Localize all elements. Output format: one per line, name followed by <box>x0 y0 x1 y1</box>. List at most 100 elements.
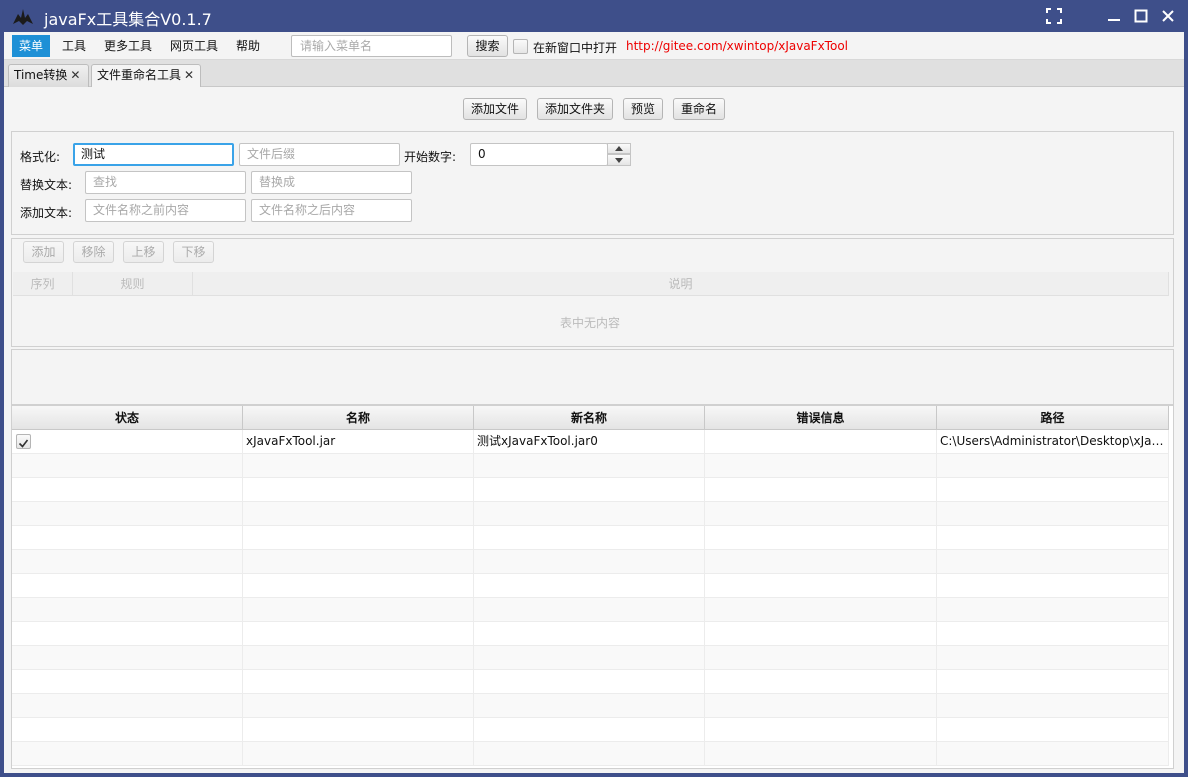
rules-empty-placeholder: 表中无内容 <box>560 316 621 330</box>
checkmark-icon <box>18 439 29 448</box>
add-text-label: 添加文本: <box>20 206 73 220</box>
menu-help[interactable]: 帮助 <box>229 35 267 57</box>
menu-tools[interactable]: 工具 <box>55 35 93 57</box>
empty-cell <box>705 646 937 670</box>
status-cell <box>12 430 243 454</box>
tab-label: Time转换 <box>14 68 68 82</box>
rules-panel: 添加 移除 上移 下移 序列 规则 说明 表中无内容 <box>11 238 1174 347</box>
menu-web-tools[interactable]: 网页工具 <box>163 35 225 57</box>
empty-cell <box>243 742 474 766</box>
empty-table-row <box>12 718 1169 742</box>
start-number-label: 开始数字: <box>404 150 457 164</box>
empty-cell <box>705 718 937 742</box>
suffix-input[interactable]: 文件后缀 <box>239 143 400 166</box>
new-window-checkbox[interactable] <box>513 39 528 54</box>
files-table-body: xJavaFxTool.jar 测试xJavaFxTool.jar0 C:\User… <box>12 430 1173 768</box>
tab-close-icon[interactable]: ✕ <box>184 68 194 82</box>
preview-button[interactable]: 预览 <box>623 98 663 120</box>
empty-table-row <box>12 622 1169 646</box>
empty-cell <box>12 718 243 742</box>
empty-table-row <box>12 694 1169 718</box>
files-column-new-name[interactable]: 新名称 <box>474 406 705 430</box>
prefix-input[interactable]: 文件名称之前内容 <box>85 199 246 222</box>
tab-close-icon[interactable]: ✕ <box>70 68 80 82</box>
empty-table-row <box>12 550 1169 574</box>
rename-button[interactable]: 重命名 <box>673 98 725 120</box>
replace-text-label: 替换文本: <box>20 178 73 192</box>
fullscreen-button[interactable] <box>1036 0 1072 32</box>
files-column-error[interactable]: 错误信息 <box>705 406 937 430</box>
remove-rule-button[interactable]: 移除 <box>73 241 114 263</box>
empty-cell <box>474 718 705 742</box>
row-checkbox[interactable] <box>16 434 31 449</box>
find-input[interactable]: 查找 <box>85 171 246 194</box>
path-cell: C:\Users\Administrator\Desktop\xJavaFxTo… <box>937 430 1169 454</box>
tab-time-convert[interactable]: Time转换 ✕ <box>8 64 89 87</box>
empty-cell <box>705 742 937 766</box>
close-button[interactable] <box>1150 0 1186 32</box>
move-up-button[interactable]: 上移 <box>123 241 164 263</box>
files-column-path[interactable]: 路径 <box>937 406 1169 430</box>
empty-cell <box>705 598 937 622</box>
add-folder-button[interactable]: 添加文件夹 <box>537 98 613 120</box>
fullscreen-icon <box>1046 8 1062 24</box>
empty-cell <box>12 622 243 646</box>
empty-cell <box>705 526 937 550</box>
name-cell: xJavaFxTool.jar <box>243 430 474 454</box>
new-window-label: 在新窗口中打开 <box>533 41 618 55</box>
maximize-icon <box>1134 9 1148 23</box>
add-file-button[interactable]: 添加文件 <box>463 98 527 120</box>
files-column-status[interactable]: 状态 <box>12 406 243 430</box>
menu-search-input[interactable] <box>291 35 452 57</box>
empty-table-row <box>12 574 1169 598</box>
empty-cell <box>705 694 937 718</box>
menu-bar: 菜单 工具 更多工具 网页工具 帮助 搜索 在新窗口中打开 http://git… <box>4 32 1184 60</box>
postfix-input[interactable]: 文件名称之后内容 <box>251 199 412 222</box>
empty-cell <box>937 478 1169 502</box>
move-down-button[interactable]: 下移 <box>173 241 214 263</box>
tab-file-rename[interactable]: 文件重命名工具 ✕ <box>91 64 201 87</box>
increment-button[interactable] <box>607 143 631 154</box>
empty-cell <box>937 742 1169 766</box>
table-row[interactable]: xJavaFxTool.jar 测试xJavaFxTool.jar0 C:\User… <box>12 430 1169 454</box>
empty-cell <box>474 646 705 670</box>
error-cell <box>705 430 937 454</box>
rules-column-description[interactable]: 说明 <box>193 272 1169 296</box>
menu-more-tools[interactable]: 更多工具 <box>97 35 159 57</box>
decrement-button[interactable] <box>607 154 631 166</box>
empty-cell <box>705 502 937 526</box>
empty-cell <box>243 622 474 646</box>
app-logo-icon <box>13 9 33 25</box>
empty-cell <box>937 550 1169 574</box>
empty-cell <box>12 550 243 574</box>
empty-cell <box>12 526 243 550</box>
add-rule-button[interactable]: 添加 <box>23 241 64 263</box>
empty-cell <box>474 478 705 502</box>
rules-column-rule[interactable]: 规则 <box>73 272 193 296</box>
empty-cell <box>12 502 243 526</box>
gitee-link[interactable]: http://gitee.com/xwintop/xJavaFxTool <box>626 39 848 53</box>
rules-column-index[interactable]: 序列 <box>13 272 73 296</box>
empty-cell <box>937 670 1169 694</box>
replace-with-input[interactable]: 替换成 <box>251 171 412 194</box>
empty-cell <box>937 598 1169 622</box>
empty-cell <box>12 742 243 766</box>
new-name-cell: 测试xJavaFxTool.jar0 <box>474 430 705 454</box>
format-input[interactable]: 测试 <box>73 143 234 166</box>
empty-cell <box>705 574 937 598</box>
start-number-input[interactable]: 0 <box>470 143 608 166</box>
empty-cell <box>705 622 937 646</box>
empty-cell <box>937 646 1169 670</box>
menu-main[interactable]: 菜单 <box>12 35 51 57</box>
empty-cell <box>243 526 474 550</box>
empty-cell <box>243 574 474 598</box>
search-button[interactable]: 搜索 <box>467 35 508 57</box>
files-column-name[interactable]: 名称 <box>243 406 474 430</box>
empty-cell <box>474 550 705 574</box>
empty-cell <box>937 718 1169 742</box>
empty-cell <box>243 478 474 502</box>
empty-cell <box>243 646 474 670</box>
empty-cell <box>937 526 1169 550</box>
empty-table-row <box>12 598 1169 622</box>
empty-cell <box>474 454 705 478</box>
